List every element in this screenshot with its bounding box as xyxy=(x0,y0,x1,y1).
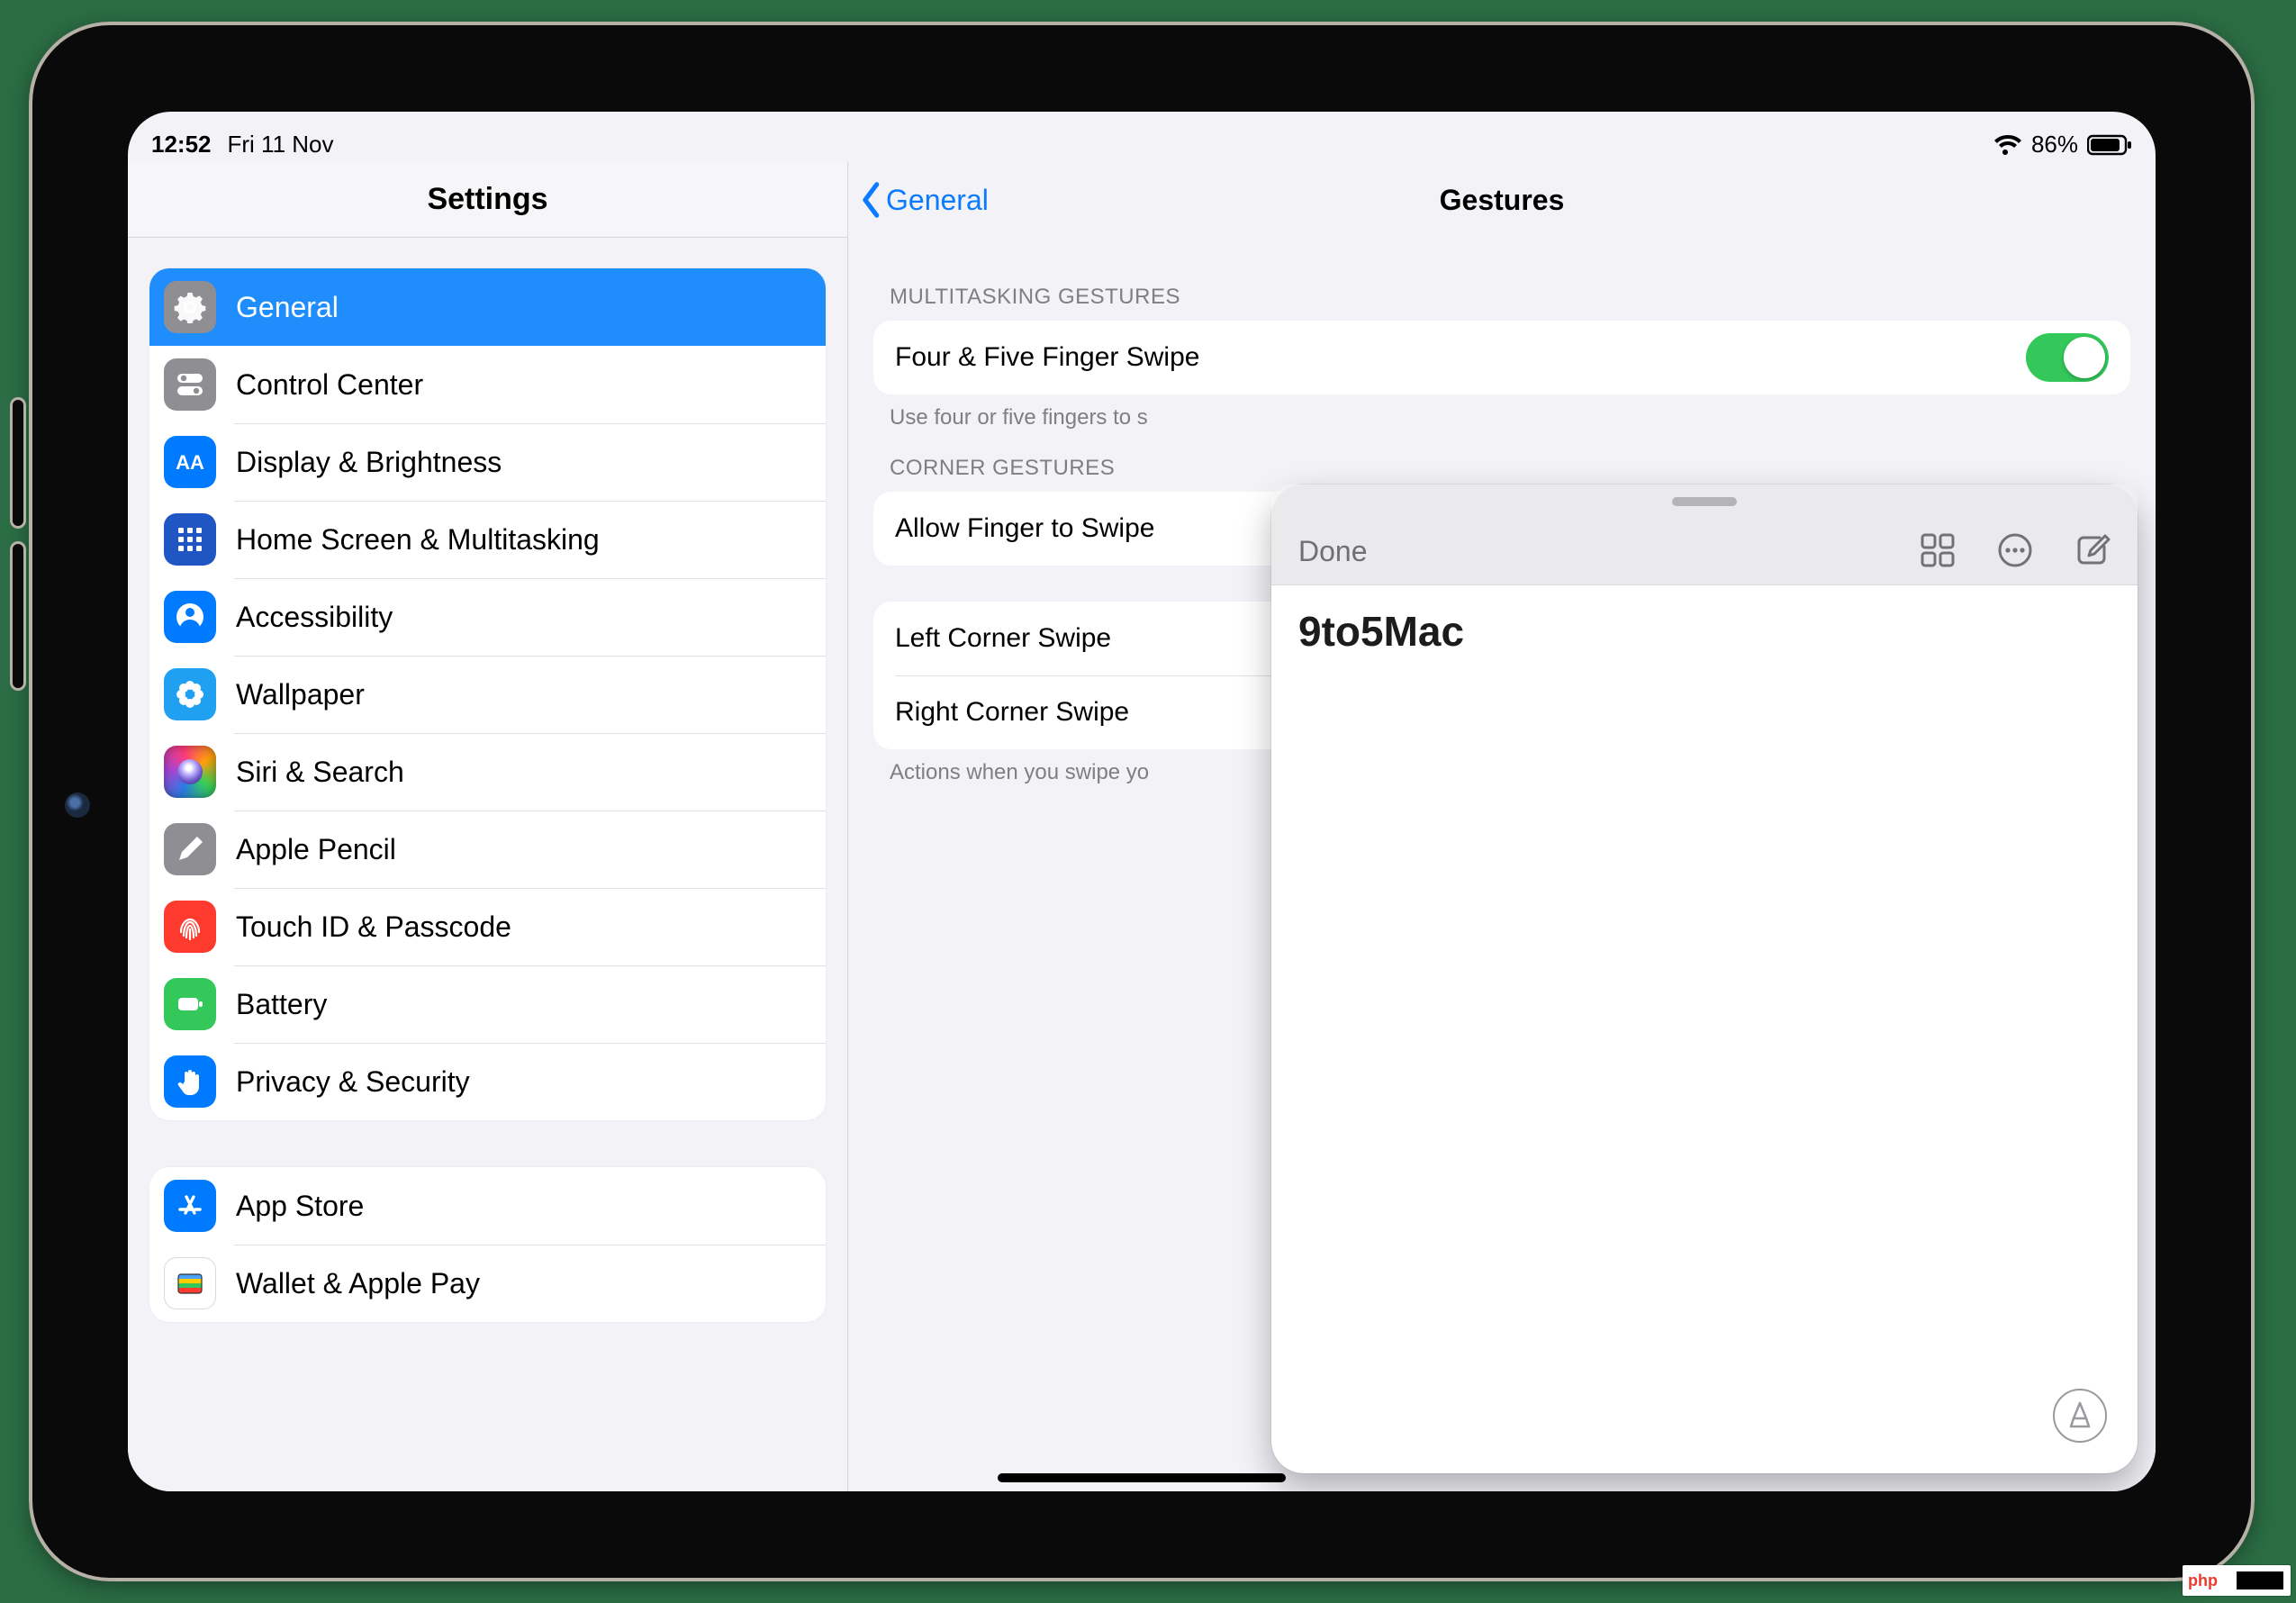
footer-four-five: Use four or five fingers to s xyxy=(890,405,2114,430)
sidebar-item-wallet-apple-pay[interactable]: Wallet & Apple Pay xyxy=(149,1245,826,1322)
sidebar-item-label: Control Center xyxy=(236,368,423,402)
sidebar-item-label: App Store xyxy=(236,1190,364,1223)
status-bar: 12:52 Fri 11 Nov 86% xyxy=(128,112,2156,162)
front-camera xyxy=(65,792,90,818)
sidebar-item-display-brightness[interactable]: AA Display & Brightness xyxy=(149,423,826,501)
back-label: General xyxy=(886,184,989,217)
more-icon[interactable] xyxy=(1997,532,2033,568)
section-header-corner: CORNER GESTURES xyxy=(890,456,2114,481)
aa-icon: AA xyxy=(164,436,216,488)
sidebar-item-label: Wallet & Apple Pay xyxy=(236,1267,480,1300)
detail-header: General Gestures xyxy=(848,162,2156,238)
siri-icon xyxy=(164,746,216,798)
sidebar-item-label: Accessibility xyxy=(236,601,393,634)
wallet-icon xyxy=(164,1257,216,1309)
sidebar-item-label: Apple Pencil xyxy=(236,833,396,866)
pencil-icon xyxy=(164,823,216,875)
flower-icon xyxy=(164,668,216,720)
quick-note-title[interactable]: 9to5Mac xyxy=(1271,585,2138,677)
done-button[interactable]: Done xyxy=(1298,535,1368,568)
battery-icon xyxy=(2087,134,2132,156)
row-label: Four & Five Finger Swipe xyxy=(895,342,1199,373)
sidebar-item-label: Wallpaper xyxy=(236,678,365,711)
watermark: php xyxy=(2183,1565,2291,1596)
sidebar-item-label: Display & Brightness xyxy=(236,446,502,479)
svg-text:AA: AA xyxy=(176,451,204,474)
quick-note-panel[interactable]: Done 9to5Mac xyxy=(1271,485,2138,1473)
detail-title: Gestures xyxy=(1440,184,1565,217)
sidebar-item-label: Siri & Search xyxy=(236,756,404,789)
sidebar-item-touch-id-passcode[interactable]: Touch ID & Passcode xyxy=(149,888,826,965)
sidebar-group-1: General Control Center AA Display & Brightn… xyxy=(149,268,826,1120)
quick-note-toolbar: Done xyxy=(1271,485,2138,585)
status-time: 12:52 xyxy=(151,131,212,158)
switch-four-five-finger[interactable] xyxy=(2026,333,2109,382)
settings-sidebar: Settings General Control Center AA Display … xyxy=(128,162,848,1491)
sidebar-item-battery[interactable]: Battery xyxy=(149,965,826,1043)
sidebar-group-2: App Store Wallet & Apple Pay xyxy=(149,1167,826,1322)
sidebar-title: Settings xyxy=(128,162,847,238)
drag-handle[interactable] xyxy=(1672,497,1737,506)
row-label: Allow Finger to Swipe xyxy=(895,513,1154,544)
appstore-icon xyxy=(164,1180,216,1232)
battery-icon xyxy=(164,978,216,1030)
compose-icon[interactable] xyxy=(2075,532,2111,568)
person-icon xyxy=(164,591,216,643)
row-label: Right Corner Swipe xyxy=(895,697,1129,728)
row-label: Left Corner Swipe xyxy=(895,623,1111,654)
back-button[interactable]: General xyxy=(859,162,989,238)
detail-pane: General Gestures MULTITASKING GESTURES F… xyxy=(848,162,2156,1491)
gear-icon xyxy=(164,281,216,333)
sidebar-item-label: Touch ID & Passcode xyxy=(236,910,511,944)
sidebar-item-home-screen-multitasking[interactable]: Home Screen & Multitasking xyxy=(149,501,826,578)
sidebar-item-siri-search[interactable]: Siri & Search xyxy=(149,733,826,811)
markup-button[interactable] xyxy=(2053,1389,2107,1443)
wifi-icon xyxy=(1993,134,2022,156)
sidebar-item-accessibility[interactable]: Accessibility xyxy=(149,578,826,656)
sidebar-item-privacy-security[interactable]: Privacy & Security xyxy=(149,1043,826,1120)
sidebar-item-label: General xyxy=(236,291,339,324)
row-four-five-finger-swipe[interactable]: Four & Five Finger Swipe xyxy=(873,321,2130,394)
ipad-frame: 12:52 Fri 11 Nov 86% xyxy=(29,22,2255,1581)
sidebar-item-control-center[interactable]: Control Center xyxy=(149,346,826,423)
home-indicator[interactable] xyxy=(998,1473,1286,1482)
sidebar-item-app-store[interactable]: App Store xyxy=(149,1167,826,1245)
status-date: Fri 11 Nov xyxy=(228,131,334,158)
watermark-bar xyxy=(2237,1571,2287,1589)
section-header-multitasking: MULTITASKING GESTURES xyxy=(890,285,2114,310)
switches-icon xyxy=(164,358,216,411)
sidebar-item-wallpaper[interactable]: Wallpaper xyxy=(149,656,826,733)
sidebar-item-general[interactable]: General xyxy=(149,268,826,346)
sidebar-item-label: Home Screen & Multitasking xyxy=(236,523,600,557)
sidebar-item-label: Battery xyxy=(236,988,327,1021)
status-battery-pct: 86% xyxy=(2031,131,2078,158)
fingerprint-icon xyxy=(164,901,216,953)
watermark-text: php xyxy=(2188,1571,2218,1590)
grid-icon xyxy=(164,513,216,566)
sidebar-item-label: Privacy & Security xyxy=(236,1065,470,1099)
notes-grid-icon[interactable] xyxy=(1920,532,1956,568)
sidebar-item-apple-pencil[interactable]: Apple Pencil xyxy=(149,811,826,888)
screen: 12:52 Fri 11 Nov 86% xyxy=(128,112,2156,1491)
hand-icon xyxy=(164,1055,216,1108)
